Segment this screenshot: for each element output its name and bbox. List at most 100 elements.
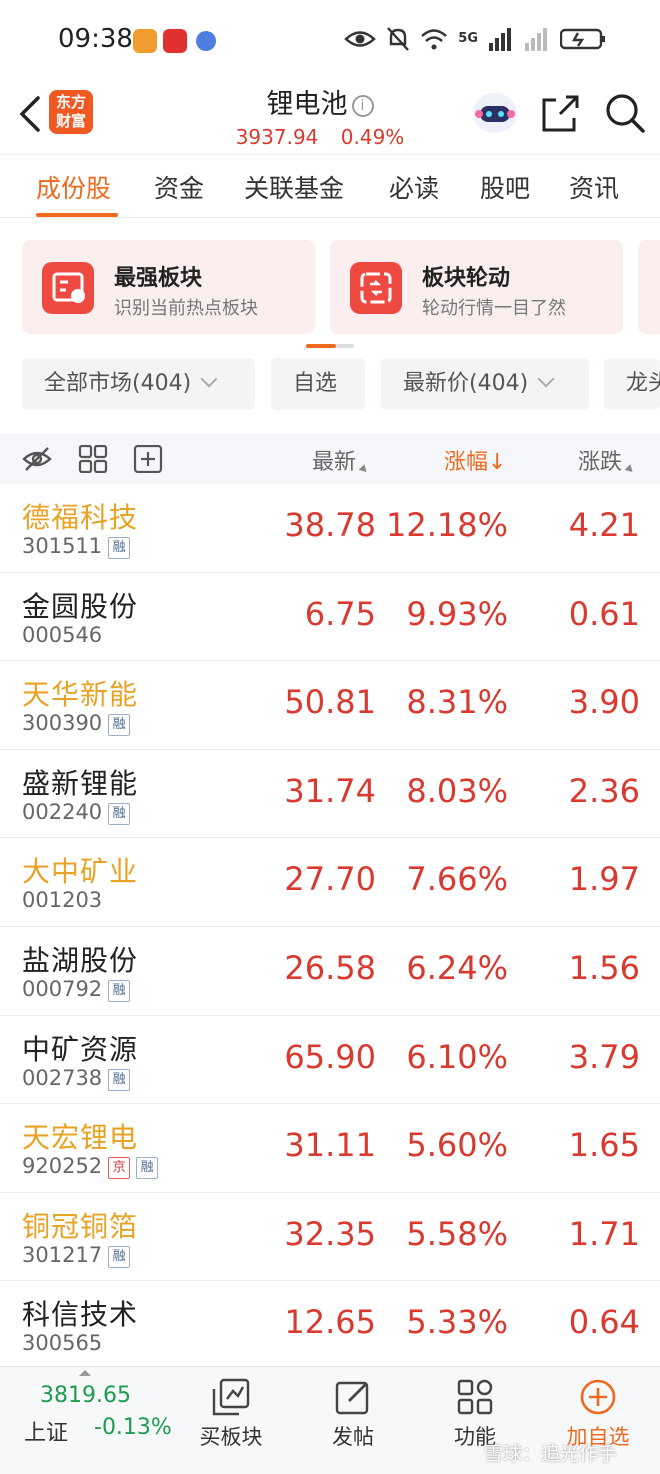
app-notification-icon <box>133 29 157 53</box>
card-title: 板块轮动 <box>422 266 511 291</box>
stock-code: 002738 <box>22 1065 103 1090</box>
card-sector-rotation[interactable]: 板块轮动 轮动行情一目了然 <box>330 240 623 334</box>
margin-badge: 融 <box>108 979 131 1002</box>
sort-icon <box>358 464 370 475</box>
stock-name: 科信技术 <box>22 1298 139 1332</box>
market-index-change[interactable]: -0.13% <box>94 1415 172 1440</box>
filter-label: 最新价(404) <box>403 371 529 396</box>
stock-code-line: 300565 <box>22 1331 102 1355</box>
stock-code-line: 000792 融 <box>22 977 131 1002</box>
card-subtitle: 轮动行情一目了然 <box>422 298 566 319</box>
stock-price: 26.58 <box>284 948 376 987</box>
status-time: 09:38 <box>58 24 133 54</box>
buy-sector-button[interactable]: 买板块 <box>176 1377 286 1451</box>
stock-code: 300390 <box>22 711 103 736</box>
tab-news[interactable]: 资讯 <box>569 169 619 205</box>
table-row[interactable]: 德福科技 301511 融 38.78 12.18% 4.21 <box>0 484 660 573</box>
info-icon[interactable]: i <box>351 95 374 117</box>
bottom-label: 发帖 <box>332 1425 374 1449</box>
eye-off-icon[interactable] <box>22 445 52 473</box>
tab-must-read[interactable]: 必读 <box>389 169 439 205</box>
filter-label: 自选 <box>293 371 338 396</box>
stock-code: 001203 <box>22 888 103 913</box>
bse-badge: 京 <box>108 1157 131 1180</box>
stock-price: 32.35 <box>284 1214 376 1253</box>
app-logo: 东方财富 <box>49 90 93 134</box>
tab-forum[interactable]: 股吧 <box>480 169 530 205</box>
card-subtitle: 识别当前热点板块 <box>114 298 258 319</box>
margin-badge: 融 <box>108 1068 131 1091</box>
stock-price: 12.65 <box>284 1303 376 1342</box>
stock-name: 中矿资源 <box>22 1032 139 1066</box>
table-header: 最新 涨幅↓ 涨跌 <box>0 434 660 484</box>
filter-price[interactable]: 最新价(404) <box>381 358 589 410</box>
active-tab-indicator <box>36 213 118 217</box>
table-row[interactable]: 天华新能 300390 融 50.81 8.31% 3.90 <box>0 661 660 750</box>
status-bar: 09:38 5G <box>0 0 660 76</box>
table-row[interactable]: 铜冠铜箔 301217 融 32.35 5.58% 1.71 <box>0 1193 660 1282</box>
expand-up-icon[interactable] <box>78 1369 92 1377</box>
tab-bar: 成份股 资金 关联基金 必读 股吧 资讯 <box>0 154 660 218</box>
table-row[interactable]: 天宏锂电 920252 京融 31.11 5.60% 1.65 <box>0 1104 660 1193</box>
carousel-indicator <box>336 344 354 348</box>
table-row[interactable]: 盐湖股份 000792 融 26.58 6.24% 1.56 <box>0 927 660 1016</box>
post-button[interactable]: 发帖 <box>298 1377 408 1451</box>
table-row[interactable]: 科信技术 300565 12.65 5.33% 0.64 <box>0 1281 660 1370</box>
battery-icon <box>560 28 605 50</box>
grid-view-icon[interactable] <box>78 445 108 473</box>
margin-badge: 融 <box>108 714 131 737</box>
filter-market[interactable]: 全部市场(404) <box>22 358 255 410</box>
margin-badge: 融 <box>108 537 131 559</box>
buy-sector-icon <box>212 1378 250 1416</box>
table-row[interactable]: 中矿资源 002738 融 65.90 6.10% 3.79 <box>0 1016 660 1105</box>
market-index-value[interactable]: 3819.65 <box>40 1383 131 1408</box>
column-label: 最新 <box>312 450 357 475</box>
stock-change-pct: 5.33% <box>406 1303 508 1342</box>
ranking-icon <box>42 262 94 314</box>
stock-code-line: 002240 融 <box>22 800 131 825</box>
ai-assistant-icon[interactable] <box>470 90 520 136</box>
filter-watchlist[interactable]: 自选 <box>271 358 365 410</box>
share-icon[interactable] <box>540 94 580 134</box>
market-index-name[interactable]: 上证 <box>24 1415 68 1447</box>
eye-icon <box>344 31 377 47</box>
margin-badge: 融 <box>108 802 131 825</box>
signal-icon <box>489 28 511 51</box>
tab-related-funds[interactable]: 关联基金 <box>244 169 344 205</box>
wifi-icon <box>421 29 448 50</box>
stock-change: 0.61 <box>568 594 640 633</box>
stock-name: 天华新能 <box>22 678 139 712</box>
title-block: 锂电池 i 3937.94 0.49% <box>200 82 440 149</box>
stock-change: 1.65 <box>568 1126 640 1165</box>
stock-price: 65.90 <box>284 1037 376 1076</box>
column-change-pct[interactable]: 涨幅↓ <box>444 444 506 476</box>
tab-constituents[interactable]: 成份股 <box>36 169 111 205</box>
search-icon[interactable] <box>604 92 646 134</box>
column-latest[interactable]: 最新 <box>312 444 370 476</box>
add-icon[interactable] <box>133 445 163 473</box>
stock-price: 6.75 <box>304 594 376 633</box>
column-label: 涨跌 <box>578 450 623 475</box>
stock-price: 50.81 <box>284 683 376 722</box>
page-header: 东方财富 锂电池 i 3937.94 0.49% <box>0 76 660 154</box>
filter-label: 全部市场(404) <box>44 371 192 396</box>
stock-change-pct: 9.93% <box>406 594 508 633</box>
stock-change-pct: 8.03% <box>406 771 508 810</box>
sector-index-value: 3937.94 <box>235 125 319 149</box>
stock-code: 300565 <box>22 1331 103 1356</box>
stock-change-pct: 5.58% <box>406 1214 508 1253</box>
table-row[interactable]: 金圆股份 000546 6.75 9.93% 0.61 <box>0 573 660 662</box>
margin-badge: 融 <box>136 1157 159 1180</box>
back-icon[interactable] <box>16 94 42 134</box>
card-partial[interactable] <box>638 240 660 334</box>
card-strongest-sector[interactable]: 最强板块 识别当前热点板块 <box>22 240 315 334</box>
filter-leader[interactable]: 龙头 <box>604 358 660 410</box>
table-row[interactable]: 盛新锂能 002240 融 31.74 8.03% 2.36 <box>0 750 660 839</box>
chevron-down-icon <box>537 370 555 388</box>
table-row[interactable]: 大中矿业 001203 27.70 7.66% 1.97 <box>0 838 660 927</box>
tab-funds[interactable]: 资金 <box>154 169 204 205</box>
column-change[interactable]: 涨跌 <box>578 444 636 476</box>
rotation-icon <box>350 262 402 314</box>
bottom-label: 买板块 <box>199 1425 263 1449</box>
stock-change: 3.90 <box>568 683 640 722</box>
